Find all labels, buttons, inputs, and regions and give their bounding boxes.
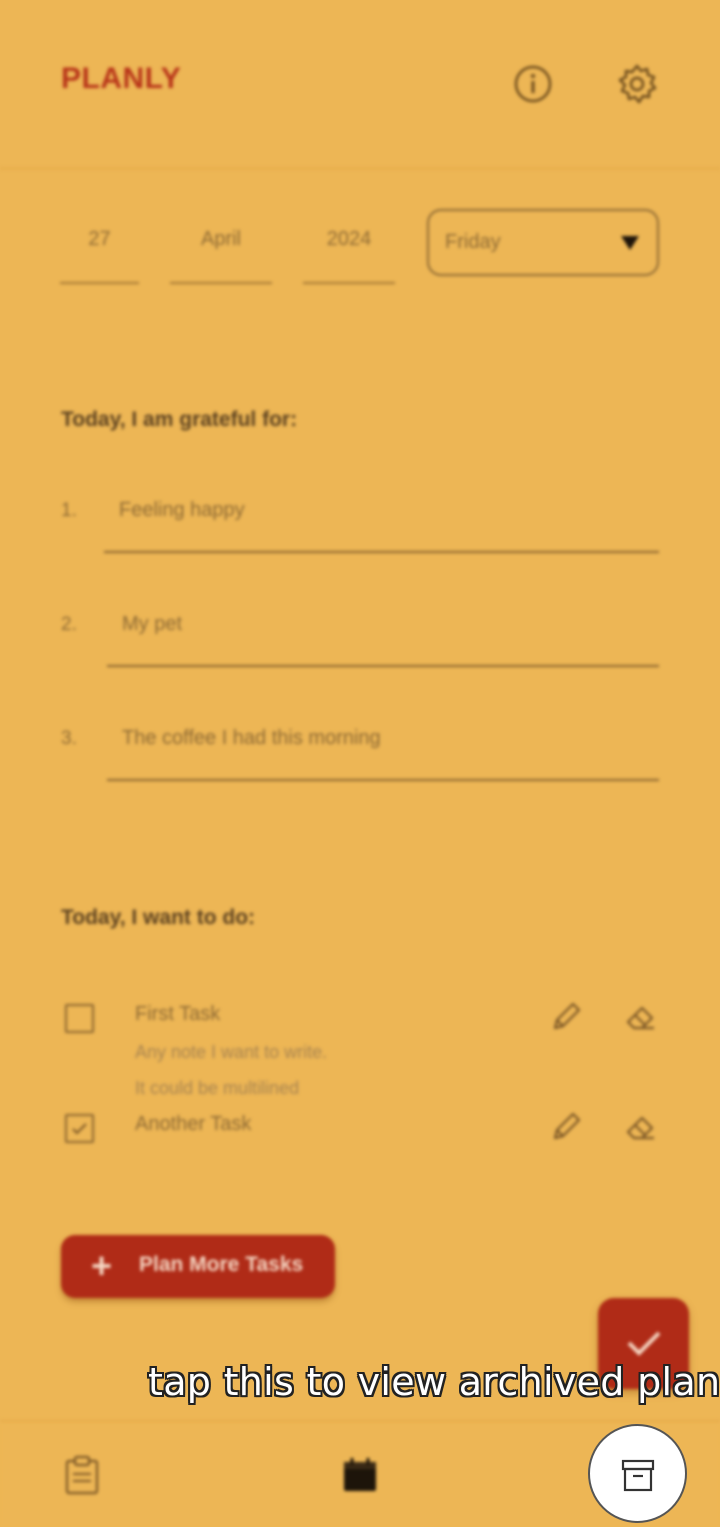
gratitude-field-2[interactable]: My pet (122, 613, 182, 636)
gratitude-number: 3. (61, 728, 77, 749)
eraser-icon[interactable] (624, 1110, 658, 1144)
archive-icon (621, 1459, 655, 1492)
check-icon (627, 1331, 661, 1356)
plus-icon: + (91, 1245, 113, 1286)
task-title: Another Task (135, 1113, 252, 1135)
task-title: First Task (135, 1003, 221, 1025)
info-icon[interactable] (512, 63, 554, 105)
app-screen: PLANLY 27 April 2024 Friday Today, I am … (0, 0, 720, 1527)
app-title: PLANLY (61, 62, 182, 95)
year-value: 2024 (326, 228, 372, 250)
task-checkbox[interactable] (65, 1004, 94, 1033)
pencil-icon[interactable] (549, 1000, 583, 1034)
month-value: April (200, 228, 241, 250)
gratitude-field-3[interactable]: The coffee I had this morning (122, 727, 381, 750)
app-header: PLANLY (0, 0, 720, 170)
day-input[interactable]: 27 (60, 228, 139, 284)
year-input[interactable]: 2024 (303, 228, 395, 284)
gear-icon[interactable] (616, 63, 658, 105)
task-note: It could be multilined (135, 1078, 300, 1098)
eraser-icon[interactable] (624, 1000, 658, 1034)
gratitude-number: 1. (61, 500, 77, 521)
todo-heading: Today, I want to do: (61, 906, 256, 929)
pencil-icon[interactable] (549, 1110, 583, 1144)
gratitude-underline (104, 551, 659, 553)
gratitude-number: 2. (61, 614, 77, 635)
check-icon (72, 1123, 87, 1135)
gratitude-underline (107, 665, 659, 667)
plan-more-tasks-button[interactable]: + Plan More Tasks (61, 1235, 335, 1298)
tooltip-text: tap this to view archived plans (148, 1360, 720, 1404)
task-checkbox-checked[interactable] (65, 1114, 94, 1143)
calendar-icon[interactable] (340, 1455, 380, 1495)
month-input[interactable]: April (170, 228, 272, 284)
gratitude-underline (107, 779, 659, 781)
gratitude-field-1[interactable]: Feeling happy (119, 499, 245, 522)
plan-more-tasks-label: Plan More Tasks (139, 1253, 304, 1276)
clipboard-icon[interactable] (62, 1455, 102, 1495)
task-note: Any note I want to write. (135, 1042, 328, 1062)
day-value: 27 (88, 228, 111, 250)
weekday-value: Friday (445, 231, 501, 253)
archive-button[interactable] (588, 1424, 687, 1523)
weekday-select[interactable]: Friday (427, 209, 659, 276)
gratitude-heading: Today, I am grateful for: (61, 408, 298, 431)
chevron-down-icon (621, 236, 639, 250)
